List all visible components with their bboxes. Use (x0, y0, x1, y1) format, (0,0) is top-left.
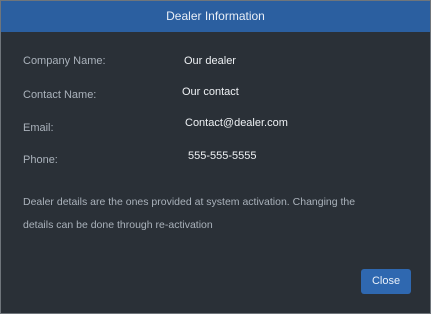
email-value: Contact@dealer.com (185, 117, 288, 129)
contact-name-value: Our contact (182, 86, 239, 98)
contact-name-label: Contact Name: (23, 89, 97, 101)
email-label: Email: (23, 122, 54, 134)
company-name-label: Company Name: (23, 55, 106, 67)
phone-label: Phone: (23, 154, 58, 166)
company-name-value: Our dealer (184, 55, 236, 67)
phone-value: 555-555-5555 (188, 150, 257, 162)
dealer-details-note: Dealer details are the ones provided at … (23, 196, 356, 231)
dialog-title: Dealer Information (1, 1, 430, 32)
dealer-info-dialog: Dealer Information Company Name: Our dea… (0, 0, 431, 314)
close-button[interactable]: Close (361, 269, 411, 294)
